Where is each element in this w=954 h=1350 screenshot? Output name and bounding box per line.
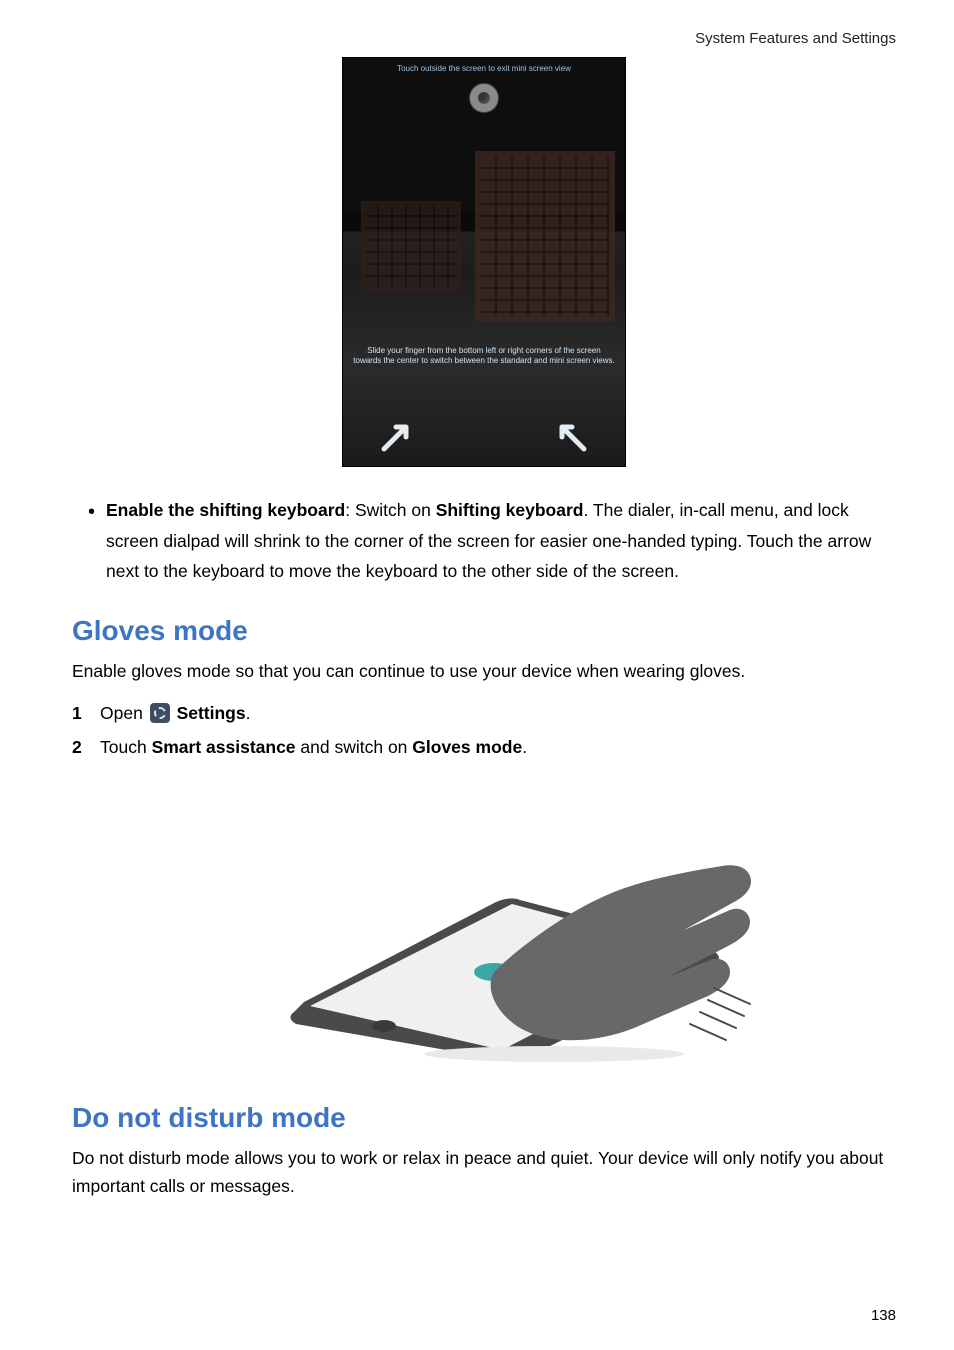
building-graphic-2 [361,201,461,291]
dnd-intro: Do not disturb mode allows you to work o… [72,1144,896,1200]
header-section: System Features and Settings [72,30,896,47]
page-number: 138 [871,1307,896,1324]
step2-t2: and switch on [296,737,413,757]
step2-b1: Smart assistance [152,737,296,757]
bullet-text-1: : Switch on [345,500,435,520]
step2-t1: Touch [100,737,152,757]
settings-icon [150,703,170,723]
phone-overlay-text: Slide your finger from the bottom left o… [353,346,615,367]
phone-screenshot: Touch outside the screen to exit mini sc… [342,57,626,467]
step-2: Touch Smart assistance and switch on Glo… [72,733,896,763]
step1-settings-label: Settings [177,703,246,723]
gloves-illustration [72,802,896,1062]
building-graphic [475,151,615,321]
gloves-mode-intro: Enable gloves mode so that you can conti… [72,657,896,685]
bullet-bold-1: Enable the shifting keyboard [106,500,345,520]
step1-period: . [246,703,251,723]
step1-open: Open [100,703,148,723]
bullet-bold-2: Shifting keyboard [436,500,584,520]
step2-t3: . [522,737,527,757]
shifting-keyboard-bullet: Enable the shifting keyboard: Switch on … [88,495,896,587]
mini-screen-figure: Touch outside the screen to exit mini sc… [72,57,896,467]
step-1: Open Settings. [72,699,896,729]
arrow-up-right-icon [373,414,417,458]
gloves-mode-heading: Gloves mode [72,615,896,647]
camera-icon [469,83,499,113]
phone-top-text: Touch outside the screen to exit mini sc… [397,64,571,73]
step2-b2: Gloves mode [412,737,522,757]
glove-device-svg [214,802,754,1062]
dnd-heading: Do not disturb mode [72,1102,896,1134]
arrow-up-left-icon [551,414,595,458]
